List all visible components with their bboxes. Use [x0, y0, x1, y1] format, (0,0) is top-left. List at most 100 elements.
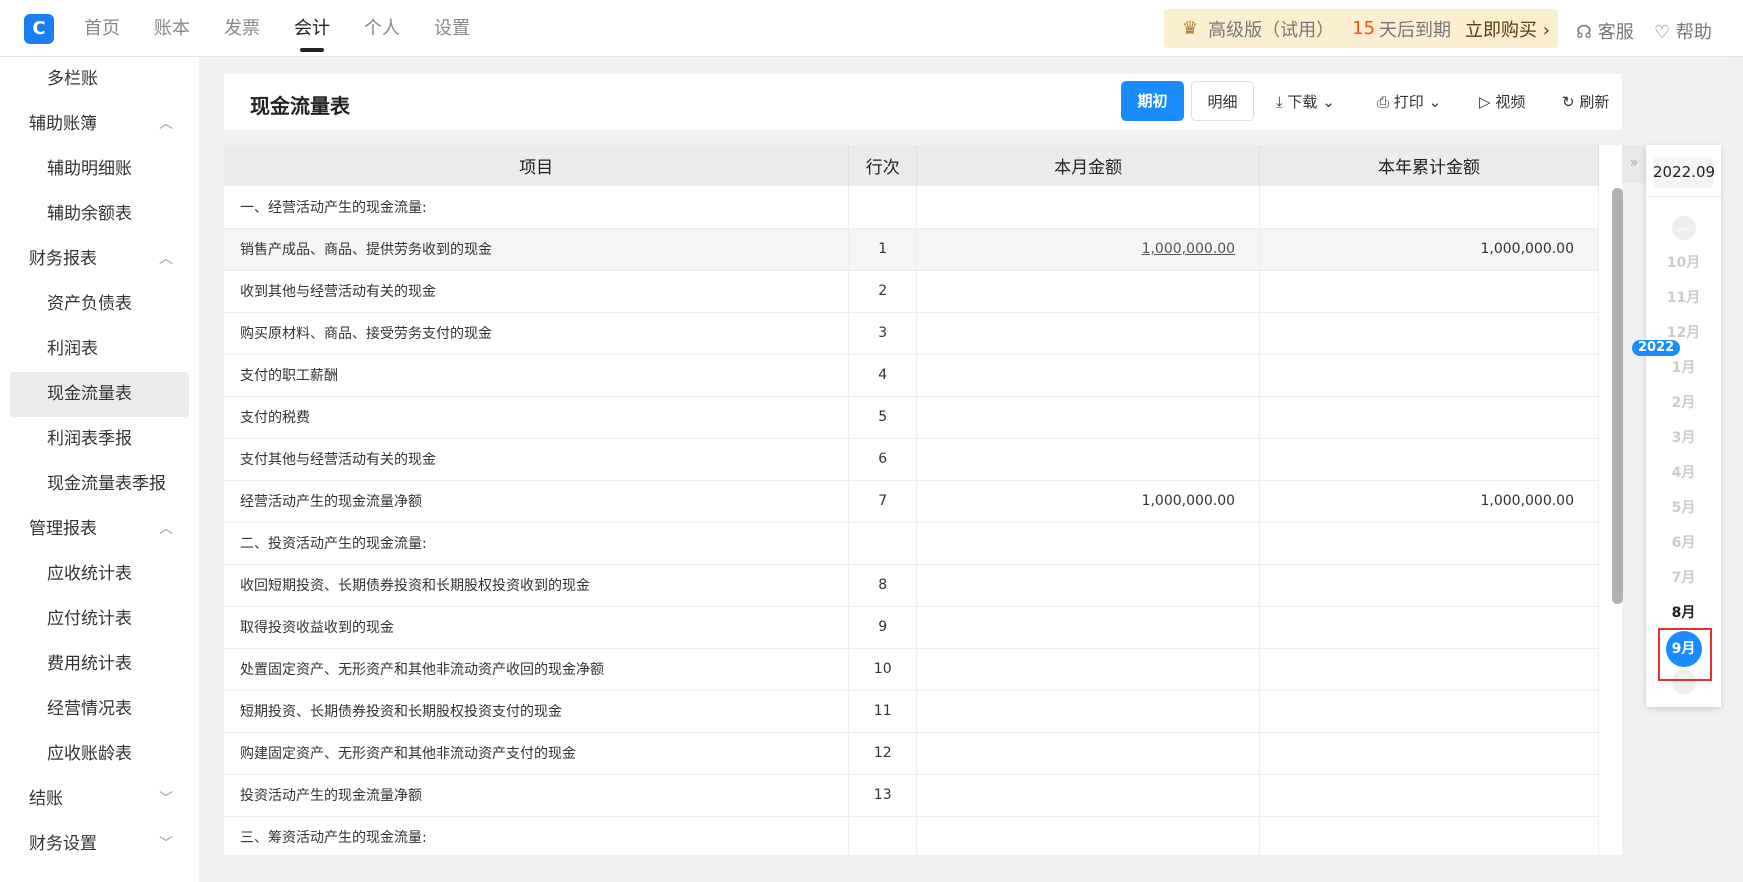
sidebar-item[interactable]: 财务报表 ︿	[0, 237, 199, 282]
collapse-panel-button[interactable]: »	[1622, 145, 1646, 183]
item-name: 经营活动产生的现金流量净额	[240, 494, 422, 510]
edition-label: 高级版（试用）	[1208, 19, 1335, 41]
chevron-down-icon: ⌄	[1428, 93, 1442, 111]
sidebar-item-label: 利润表	[47, 339, 98, 359]
sidebar-item[interactable]: 应收账龄表	[0, 732, 199, 777]
table-cell	[1259, 690, 1599, 733]
table-row: 销售产成品、商品、提供劳务收到的现金 1 1,000,000.00 1,000,000…	[224, 228, 1599, 271]
nav-tab[interactable]: 会计	[294, 0, 330, 57]
sidebar-item[interactable]: 多栏账	[0, 57, 199, 102]
sidebar-item-label: 结账	[29, 789, 63, 809]
sidebar-item[interactable]: 利润表季报	[0, 417, 199, 462]
sidebar-item-label: 应收账龄表	[47, 744, 132, 764]
table-cell: 4	[848, 354, 918, 397]
table-cell: 一、经营活动产生的现金流量:	[224, 186, 850, 229]
sidebar-item[interactable]: 费用统计表	[0, 642, 199, 687]
chevron-icon: ︿	[159, 251, 173, 267]
month-item[interactable]: 2月	[1646, 386, 1721, 421]
sidebar-item-label: 现金流量表季报	[47, 474, 166, 494]
video-button[interactable]: ▷ 视频	[1479, 91, 1525, 112]
sidebar-item[interactable]: 现金流量表	[10, 372, 189, 417]
month-item[interactable]: 3月	[1646, 421, 1721, 456]
refresh-button[interactable]: ↻ 刷新	[1562, 91, 1609, 112]
table-cell	[916, 606, 1261, 649]
line-number: 2	[878, 283, 888, 299]
table-scrollbar[interactable]	[1612, 188, 1623, 604]
refresh-label: 刷新	[1579, 93, 1610, 111]
download-button[interactable]: ⤓ 下载 ⌄	[1276, 91, 1335, 112]
sidebar-item[interactable]: 财务设置 ﹀	[0, 822, 199, 867]
nav-tab[interactable]: 设置	[434, 0, 470, 57]
buy-now-link[interactable]: 立即购买 ›	[1465, 16, 1550, 42]
table-cell	[1259, 522, 1599, 565]
nav-tab[interactable]: 账本	[154, 0, 190, 57]
sidebar-item-label: 现金流量表	[47, 384, 132, 404]
sidebar-item[interactable]: 应收统计表	[0, 552, 199, 597]
table-cell	[916, 186, 1261, 229]
table-cell	[848, 186, 918, 229]
month-label: 10月	[1666, 255, 1701, 271]
print-button[interactable]: ⎙ 打印 ⌄	[1377, 91, 1441, 112]
sidebar-item[interactable]: 管理报表 ︿	[0, 507, 199, 552]
table-cell: 9	[848, 606, 918, 649]
table-cell: 13	[848, 774, 918, 817]
customer-service-button[interactable]: ☊ 客服	[1576, 18, 1634, 44]
chevron-down-icon: ⌄	[1322, 93, 1335, 111]
month-item[interactable]: 7月	[1646, 561, 1721, 596]
sidebar-item[interactable]: 辅助账簿 ︿	[0, 102, 199, 147]
sidebar-item[interactable]: 经营情况表	[0, 687, 199, 732]
table-cell: 购买原材料、商品、接受劳务支付的现金	[224, 312, 850, 355]
sidebar-item[interactable]: 利润表	[0, 327, 199, 372]
month-item[interactable]: 11月	[1646, 281, 1721, 316]
table-cell	[1259, 732, 1599, 775]
table-row: 购买原材料、商品、接受劳务支付的现金 3	[224, 312, 1599, 355]
month-item[interactable]: 6月	[1646, 526, 1721, 561]
table-row: 经营活动产生的现金流量净额 7 1,000,000.00 1,000,000.00	[224, 480, 1599, 523]
month-item[interactable]: 9月	[1646, 628, 1721, 681]
month-label: 1月	[1671, 360, 1696, 376]
table-cell	[916, 396, 1261, 439]
month-item[interactable]: 1月	[1646, 351, 1721, 386]
line-number: 5	[878, 409, 888, 425]
nav-tab[interactable]: 首页	[84, 0, 120, 57]
month-item[interactable]: 10月	[1646, 246, 1721, 281]
table-cell	[1259, 774, 1599, 817]
page-scrollbar[interactable]	[1731, 57, 1743, 882]
scroll-up-icon[interactable]: ︽	[1671, 216, 1696, 240]
sidebar-item[interactable]: 应付统计表	[0, 597, 199, 642]
table-cell	[916, 690, 1261, 733]
sidebar-item[interactable]: 资产负债表	[0, 282, 199, 327]
month-item[interactable]: 4月	[1646, 456, 1721, 491]
month-label: 8月	[1671, 605, 1696, 621]
days-remaining: 15	[1352, 18, 1376, 39]
month-label: 9月	[1665, 631, 1702, 667]
table-row: 支付的职工薪酬 4	[224, 354, 1599, 397]
table-row: 购建固定资产、无形资产和其他非流动资产支付的现金 12	[224, 732, 1599, 775]
nav-tab[interactable]: 个人	[364, 0, 400, 57]
detail-button[interactable]: 明细	[1191, 81, 1254, 121]
download-icon: ⤓	[1276, 93, 1283, 111]
help-button[interactable]: ♡ 帮助	[1654, 18, 1712, 44]
sidebar-item[interactable]: 结账 ﹀	[0, 777, 199, 822]
trial-banner[interactable]: ♛ 高级版（试用） 15 天后到期 立即购买 ›	[1164, 9, 1558, 48]
table-cell	[916, 816, 1261, 855]
sidebar-item[interactable]: 现金流量表季报	[0, 462, 199, 507]
app-logo-icon[interactable]: C	[24, 14, 54, 44]
table-cell: 销售产成品、商品、提供劳务收到的现金	[224, 228, 850, 271]
month-item[interactable]: 8月	[1646, 596, 1721, 631]
amount[interactable]: 1,000,000.00	[1142, 241, 1236, 257]
opening-button[interactable]: 期初	[1121, 81, 1184, 121]
nav-tab[interactable]: 发票	[224, 0, 260, 57]
table-cell	[1259, 564, 1599, 607]
table-cell: 收到其他与经营活动有关的现金	[224, 270, 850, 313]
line-number: 3	[878, 325, 888, 341]
sidebar-item[interactable]: 辅助余额表	[0, 192, 199, 237]
toolbar: 现金流量表 期初 明细 ⤓ 下载 ⌄ ⎙ 打印 ⌄ ▷ 视频 ↻ 刷新	[224, 74, 1622, 130]
item-name: 投资活动产生的现金流量净额	[240, 788, 422, 804]
table-cell: 10	[848, 648, 918, 691]
amount: 1,000,000.00	[1480, 241, 1574, 257]
chevron-icon: ︿	[159, 521, 173, 537]
month-item[interactable]: 5月	[1646, 491, 1721, 526]
sidebar-item[interactable]: 辅助明细账	[0, 147, 199, 192]
table-cell: 6	[848, 438, 918, 481]
